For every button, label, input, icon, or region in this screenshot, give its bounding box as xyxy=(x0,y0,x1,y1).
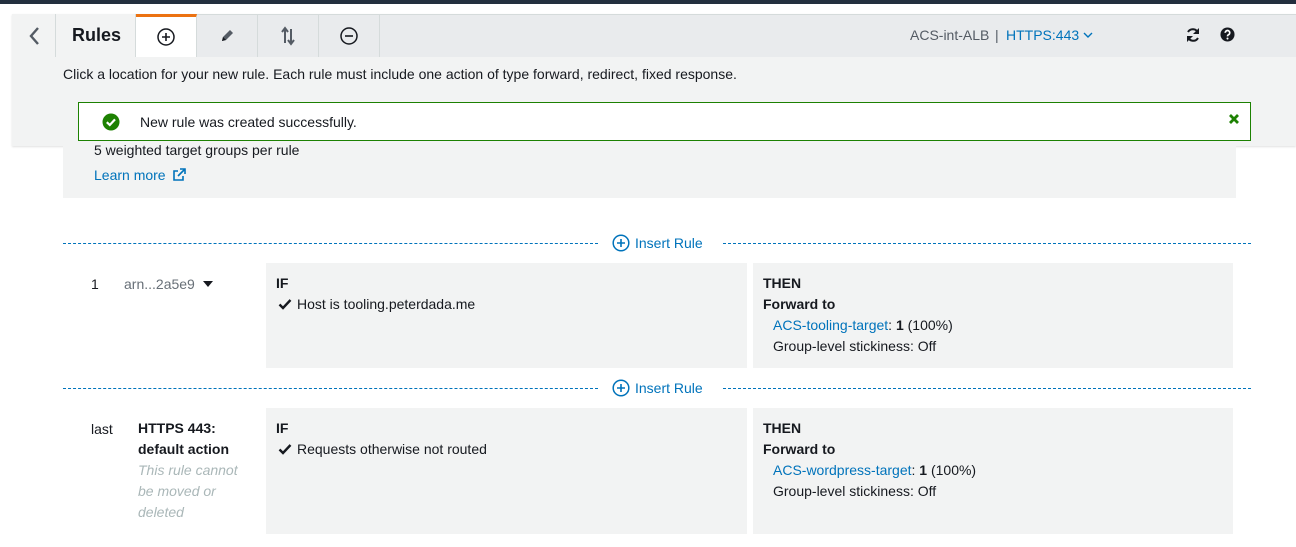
target-weight: 1 xyxy=(919,462,928,478)
plus-circle-icon xyxy=(612,379,630,397)
default-rule-name-line1: HTTPS 443: xyxy=(138,420,216,436)
load-balancer-name: ACS-int-ALB xyxy=(910,27,990,43)
default-rule-name-line2: default action xyxy=(138,441,230,457)
delete-rules-tab[interactable] xyxy=(319,14,380,57)
target-weight-percent: (100%) xyxy=(927,462,977,478)
insert-divider-right xyxy=(723,243,1251,244)
default-rule-note-line3: deleted xyxy=(138,504,184,520)
rule-condition: Requests otherwise not routed xyxy=(278,441,487,457)
rules-toolbar: Rules xyxy=(12,14,1296,57)
help-button[interactable] xyxy=(1220,27,1235,45)
flash-message: New rule was created successfully. xyxy=(140,113,357,130)
rule-arn: arn...2a5e9 xyxy=(124,276,195,292)
plus-circle-icon xyxy=(612,234,630,252)
insert-rule-row: Insert Rule xyxy=(63,378,1251,398)
target-weight: 1 xyxy=(895,317,904,333)
external-link-icon xyxy=(172,168,186,181)
chevron-left-icon xyxy=(28,26,39,45)
action-label: Forward to xyxy=(763,296,836,312)
insert-rule-button[interactable]: Insert Rule xyxy=(612,378,703,398)
refresh-icon xyxy=(1187,28,1199,42)
close-icon xyxy=(1229,114,1239,124)
instruction-text: Click a location for your new rule. Each… xyxy=(63,66,737,82)
rule-if-box[interactable]: IF Requests otherwise not routed xyxy=(266,408,747,534)
then-label: THEN xyxy=(763,420,802,436)
sort-arrows-icon xyxy=(281,26,295,46)
chevron-down-icon xyxy=(1083,32,1093,38)
check-circle-icon xyxy=(102,113,120,130)
stickiness-text: Group-level stickiness: Off xyxy=(773,483,937,499)
check-icon xyxy=(278,444,292,455)
edit-rules-tab[interactable] xyxy=(197,14,258,57)
console-top-stripe xyxy=(0,0,1296,4)
insert-rule-button[interactable]: Insert Rule xyxy=(612,233,703,253)
target-weight-percent: (100%) xyxy=(903,317,953,333)
plus-circle-icon xyxy=(157,28,175,46)
default-rule-note-line1: This rule cannot xyxy=(138,462,238,478)
target-group-link[interactable]: ACS-tooling-target xyxy=(773,317,888,333)
reorder-rules-tab[interactable] xyxy=(258,14,319,57)
if-label: IF xyxy=(276,420,289,436)
action-label: Forward to xyxy=(763,441,836,457)
pencil-icon xyxy=(222,30,233,41)
rule-condition: Host is tooling.peterdada.me xyxy=(278,296,475,312)
default-rule-note: This rule cannot be moved or deleted xyxy=(138,460,248,523)
rule-number: last xyxy=(91,421,113,437)
page-title: Rules xyxy=(56,14,136,57)
minus-circle-icon xyxy=(340,27,358,45)
insert-divider-right xyxy=(723,388,1251,389)
add-rule-tab[interactable] xyxy=(136,14,197,57)
target-colon: : xyxy=(888,317,896,333)
insert-rule-label: Insert Rule xyxy=(635,380,703,396)
insert-rule-label: Insert Rule xyxy=(635,235,703,251)
back-button[interactable] xyxy=(12,14,56,57)
condition-text: Host is tooling.peterdada.me xyxy=(297,296,476,312)
insert-divider-left xyxy=(63,243,598,244)
insert-rule-row: Insert Rule xyxy=(63,233,1251,253)
rule-arn-dropdown[interactable]: arn...2a5e9 xyxy=(124,276,213,292)
then-label: THEN xyxy=(763,275,802,291)
condition-text: Requests otherwise not routed xyxy=(297,441,487,457)
default-rule-note-line2: be moved or xyxy=(138,483,216,499)
caret-down-icon xyxy=(202,281,213,287)
target-group-line: ACS-tooling-target: 1 (100%) xyxy=(773,317,953,333)
success-flash: New rule was created successfully. xyxy=(78,102,1251,141)
help-icon xyxy=(1220,27,1235,42)
target-group-line: ACS-wordpress-target: 1 (100%) xyxy=(773,462,976,478)
rule-then-box[interactable]: THEN Forward to ACS-tooling-target: 1 (1… xyxy=(753,263,1233,368)
rule-number: 1 xyxy=(91,276,99,292)
listener-label: HTTPS:443 xyxy=(1006,27,1080,43)
check-icon xyxy=(278,299,292,310)
target-group-link[interactable]: ACS-wordpress-target xyxy=(773,462,912,478)
stickiness-text: Group-level stickiness: Off xyxy=(773,338,937,354)
insert-divider-left xyxy=(63,388,598,389)
if-label: IF xyxy=(276,275,289,291)
rule-if-box[interactable]: IF Host is tooling.peterdada.me xyxy=(266,263,747,368)
info-text: 5 weighted target groups per rule xyxy=(94,142,300,158)
toolbar-spacer xyxy=(380,14,1296,57)
learn-more-label: Learn more xyxy=(94,167,166,183)
rule-then-box[interactable]: THEN Forward to ACS-wordpress-target: 1 … xyxy=(753,408,1233,534)
listener-dropdown[interactable]: HTTPS:443 xyxy=(1006,27,1093,43)
toolbar-separator: | xyxy=(995,27,999,43)
default-rule-name: HTTPS 443: default action xyxy=(138,418,248,460)
dismiss-flash-button[interactable] xyxy=(1228,112,1240,128)
refresh-button[interactable] xyxy=(1185,27,1201,46)
learn-more-link[interactable]: Learn more xyxy=(94,167,186,183)
